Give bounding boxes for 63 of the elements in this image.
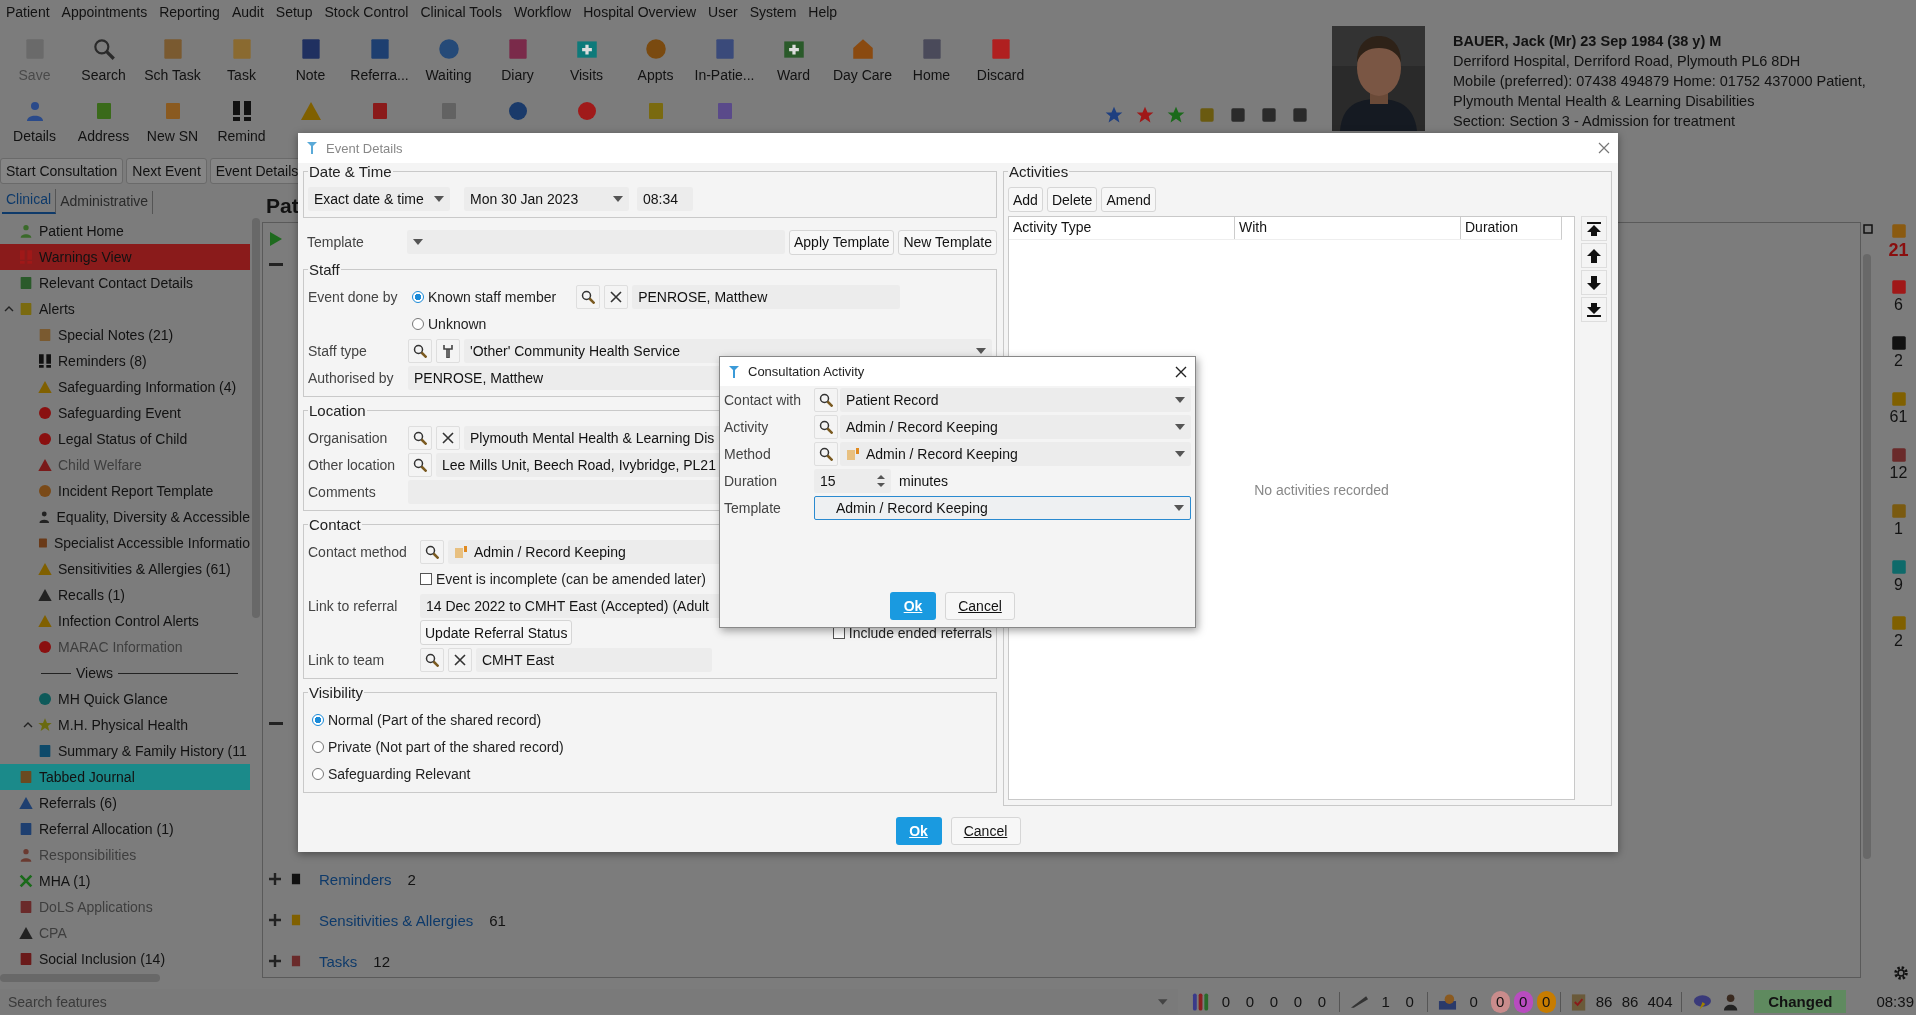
field-label: Organisation xyxy=(308,429,389,446)
patient-detail: Section: Section 3 - Admission for treatment xyxy=(1453,112,1737,131)
section-title: Location xyxy=(308,402,367,419)
option-label: Normal (Part of the shared record) xyxy=(328,711,542,728)
count: 2 xyxy=(1894,632,1903,650)
option-label: Unknown xyxy=(428,315,487,332)
field-label: Contact method xyxy=(308,543,408,560)
checkbox-label: Include ended referrals xyxy=(848,624,992,641)
section-title: Staff xyxy=(308,261,341,278)
checkbox-label: Event is incomplete (can be amended later) xyxy=(436,570,707,587)
section-title: Visibility xyxy=(308,684,364,701)
count-badge: 0 xyxy=(1536,990,1556,1013)
status-count: 86 xyxy=(1595,993,1612,1010)
count: 2 xyxy=(1894,352,1903,370)
section-title: Date & Time xyxy=(308,163,393,180)
status-count: 0 xyxy=(1468,993,1479,1010)
count-badge: 0 xyxy=(1513,990,1533,1013)
option-label: Known staff member xyxy=(428,288,557,305)
patient-detail: Derriford Hospital, Derriford Road, Plymouth PL6 8DH xyxy=(1453,52,1802,71)
status-count: 404 xyxy=(1647,993,1672,1010)
section-label: Views xyxy=(76,665,114,681)
status-count: 0 xyxy=(1268,993,1279,1010)
field-label: Template xyxy=(307,234,365,250)
status-count: 1 xyxy=(1380,993,1391,1010)
page-heading: Pat xyxy=(266,194,299,218)
count: 6 xyxy=(1894,296,1903,314)
dialog-title: Consultation Activity xyxy=(748,364,865,379)
field-label: Authorised by xyxy=(308,369,395,386)
count: 61 xyxy=(489,911,506,929)
field-label: Template xyxy=(724,500,782,516)
status-label: Changed xyxy=(1754,990,1847,1013)
patient-name: BAUER, Jack (Mr) 23 Sep 1984 (38 y) M xyxy=(1453,32,1723,51)
option-label: Private (Not part of the shared record) xyxy=(328,738,564,755)
status-count: 0 xyxy=(1404,993,1415,1010)
empty-message: No activities recorded xyxy=(1254,481,1389,498)
count: 1 xyxy=(1894,520,1903,538)
field-label: Activity xyxy=(724,419,770,435)
field-label: Comments xyxy=(308,483,377,500)
status-count: 0 xyxy=(1316,993,1327,1010)
option-label: Safeguarding Relevant xyxy=(328,765,471,782)
count: 21 xyxy=(1888,240,1909,261)
count: 61 xyxy=(1889,408,1908,426)
field-label: Event done by xyxy=(308,288,399,305)
dialog-title: Event Details xyxy=(326,140,403,156)
status-count: 0 xyxy=(1244,993,1255,1010)
status-count: 0 xyxy=(1220,993,1231,1010)
count-badge: 0 xyxy=(1490,990,1510,1013)
clock: 08:39 xyxy=(1876,993,1915,1010)
section-title: Activities xyxy=(1008,163,1070,180)
field-label: Link to team xyxy=(308,651,386,668)
field-label: Contact with xyxy=(724,392,803,408)
field-label: Other location xyxy=(308,456,397,473)
section-title: Contact xyxy=(308,516,362,533)
count: 9 xyxy=(1894,576,1903,594)
count: 12 xyxy=(1889,464,1908,482)
patient-detail: Plymouth Mental Health & Learning Disabilities xyxy=(1453,92,1756,111)
field-label: Link to referral xyxy=(308,597,399,614)
patient-detail: Mobile (preferred): 07438 494879 Home: 01752 437000 Patient, xyxy=(1453,72,1866,91)
status-count: 0 xyxy=(1292,993,1303,1010)
field-label: Staff type xyxy=(308,342,368,359)
status-count: 86 xyxy=(1621,993,1638,1010)
count: 2 xyxy=(407,870,416,888)
count: 12 xyxy=(373,952,391,970)
